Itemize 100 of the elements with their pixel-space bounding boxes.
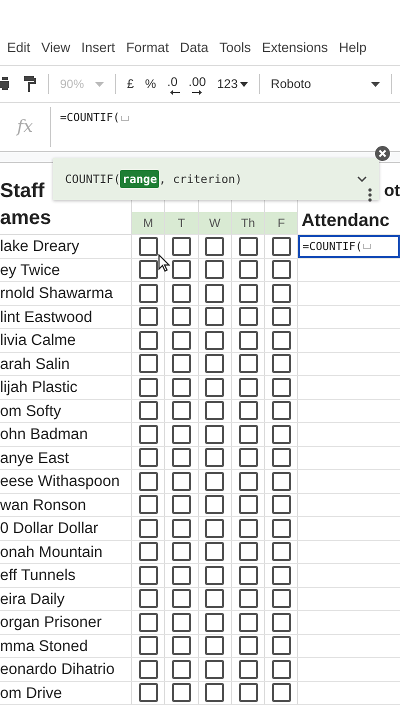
checkbox[interactable] bbox=[272, 542, 291, 562]
checkbox[interactable] bbox=[272, 660, 291, 679]
checkbox[interactable] bbox=[138, 284, 158, 303]
checkbox[interactable] bbox=[172, 612, 191, 632]
checkbox[interactable] bbox=[172, 589, 191, 608]
checkbox[interactable] bbox=[205, 542, 224, 562]
format-button[interactable]: % bbox=[144, 77, 156, 91]
formula-input[interactable]: =COUNTIF( bbox=[60, 111, 129, 124]
checkbox[interactable] bbox=[172, 260, 191, 280]
checkbox[interactable] bbox=[272, 378, 291, 397]
printer-icon[interactable] bbox=[0, 76, 12, 92]
checkbox[interactable] bbox=[205, 660, 224, 679]
checkbox[interactable] bbox=[238, 236, 258, 256]
checkbox[interactable] bbox=[138, 260, 158, 280]
font-select[interactable]: Roboto bbox=[270, 77, 380, 91]
checkbox[interactable] bbox=[205, 636, 224, 656]
checkbox[interactable] bbox=[205, 495, 224, 514]
checkbox[interactable] bbox=[172, 683, 191, 702]
checkbox[interactable] bbox=[138, 330, 158, 350]
chevron-down-icon[interactable] bbox=[357, 176, 367, 182]
checkbox[interactable] bbox=[205, 354, 224, 374]
checkbox[interactable] bbox=[272, 284, 291, 303]
checkbox[interactable] bbox=[272, 683, 291, 702]
checkbox[interactable] bbox=[238, 472, 258, 491]
checkbox[interactable] bbox=[172, 330, 191, 350]
checkbox[interactable] bbox=[205, 424, 224, 444]
checkbox[interactable] bbox=[138, 518, 158, 538]
checkbox[interactable] bbox=[172, 236, 191, 256]
checkbox[interactable] bbox=[205, 472, 224, 491]
checkbox[interactable] bbox=[138, 660, 158, 679]
checkbox[interactable] bbox=[272, 566, 291, 585]
checkbox[interactable] bbox=[205, 518, 224, 538]
checkbox[interactable] bbox=[138, 612, 158, 632]
checkbox[interactable] bbox=[138, 378, 158, 397]
checkbox[interactable] bbox=[172, 307, 191, 326]
checkbox[interactable] bbox=[238, 542, 258, 562]
checkbox[interactable] bbox=[205, 683, 224, 702]
checkbox[interactable] bbox=[138, 448, 158, 468]
checkbox[interactable] bbox=[172, 518, 191, 538]
checkbox[interactable] bbox=[238, 260, 258, 280]
checkbox[interactable] bbox=[238, 354, 258, 374]
checkbox[interactable] bbox=[172, 472, 191, 491]
checkbox[interactable] bbox=[238, 636, 258, 656]
number-format-button[interactable]: 123 bbox=[216, 77, 248, 91]
checkbox[interactable] bbox=[172, 401, 191, 420]
checkbox[interactable] bbox=[205, 589, 224, 608]
menu-item[interactable]: Edit bbox=[7, 40, 30, 55]
checkbox[interactable] bbox=[172, 448, 191, 468]
checkbox[interactable] bbox=[238, 424, 258, 444]
decimal-button[interactable]: .00 bbox=[188, 75, 206, 93]
checkbox[interactable] bbox=[138, 401, 158, 420]
checkbox[interactable] bbox=[205, 284, 224, 303]
checkbox[interactable] bbox=[138, 566, 158, 585]
checkbox[interactable] bbox=[272, 307, 291, 326]
checkbox[interactable] bbox=[238, 683, 258, 702]
checkbox[interactable] bbox=[272, 636, 291, 656]
checkbox[interactable] bbox=[138, 307, 158, 326]
decimal-button[interactable]: .0 bbox=[167, 75, 178, 93]
checkbox[interactable] bbox=[138, 495, 158, 514]
checkbox[interactable] bbox=[138, 542, 158, 562]
checkbox[interactable] bbox=[272, 236, 291, 256]
menu-item[interactable]: Insert bbox=[81, 40, 116, 55]
checkbox[interactable] bbox=[205, 330, 224, 350]
checkbox[interactable] bbox=[205, 401, 224, 420]
checkbox[interactable] bbox=[205, 566, 224, 585]
checkbox[interactable] bbox=[138, 683, 158, 702]
checkbox[interactable] bbox=[172, 378, 191, 397]
checkbox[interactable] bbox=[205, 448, 224, 468]
checkbox[interactable] bbox=[272, 354, 291, 374]
checkbox[interactable] bbox=[138, 236, 158, 256]
menu-item[interactable]: View bbox=[41, 40, 70, 55]
close-icon[interactable] bbox=[375, 146, 390, 161]
checkbox[interactable] bbox=[272, 330, 291, 350]
checkbox[interactable] bbox=[272, 612, 291, 632]
checkbox[interactable] bbox=[238, 495, 258, 514]
format-button[interactable]: £ bbox=[127, 77, 134, 91]
checkbox[interactable] bbox=[238, 589, 258, 608]
checkbox[interactable] bbox=[172, 660, 191, 679]
checkbox[interactable] bbox=[238, 330, 258, 350]
checkbox[interactable] bbox=[238, 566, 258, 585]
menu-item[interactable]: Data bbox=[180, 40, 208, 55]
checkbox[interactable] bbox=[205, 378, 224, 397]
checkbox[interactable] bbox=[238, 660, 258, 679]
checkbox[interactable] bbox=[138, 424, 158, 444]
checkbox[interactable] bbox=[238, 284, 258, 303]
checkbox[interactable] bbox=[272, 448, 291, 468]
active-cell[interactable]: =COUNTIF( bbox=[298, 235, 400, 258]
checkbox[interactable] bbox=[138, 589, 158, 608]
checkbox[interactable] bbox=[172, 284, 191, 303]
checkbox[interactable] bbox=[205, 307, 224, 326]
checkbox[interactable] bbox=[272, 424, 291, 444]
checkbox[interactable] bbox=[272, 589, 291, 608]
more-icon[interactable] bbox=[368, 188, 372, 202]
checkbox[interactable] bbox=[172, 354, 191, 374]
checkbox[interactable] bbox=[172, 495, 191, 514]
checkbox[interactable] bbox=[272, 401, 291, 420]
checkbox[interactable] bbox=[272, 472, 291, 491]
checkbox[interactable] bbox=[138, 354, 158, 374]
checkbox[interactable] bbox=[238, 307, 258, 326]
checkbox[interactable] bbox=[238, 378, 258, 397]
